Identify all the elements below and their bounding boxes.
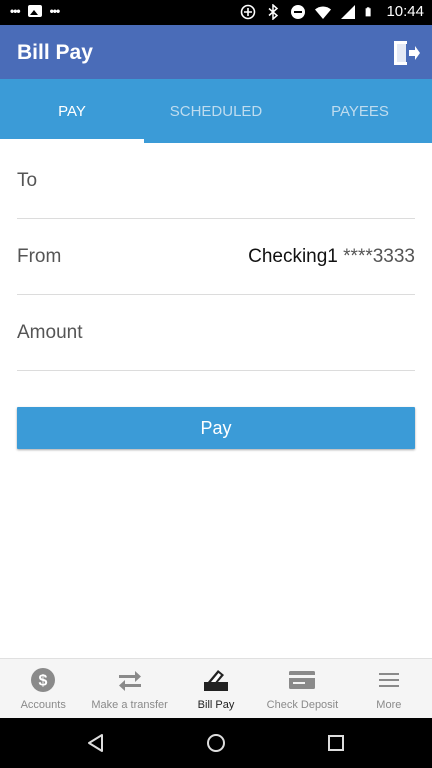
system-navigation-bar	[0, 718, 432, 768]
status-system-icons: 10:44	[240, 3, 424, 20]
cell-signal-icon	[341, 4, 356, 19]
more-dots-icon: •••	[49, 4, 61, 18]
transfer-icon	[118, 671, 141, 691]
tab-scheduled[interactable]: SCHEDULED	[144, 79, 288, 143]
tab-payees[interactable]: PAYEES	[288, 79, 432, 143]
bluetooth-icon	[268, 3, 279, 20]
check-deposit-icon	[289, 671, 316, 689]
nav-make-transfer[interactable]: Make a transfer	[86, 659, 172, 718]
from-label: From	[17, 245, 62, 267]
to-label: To	[17, 169, 38, 191]
do-not-disturb-icon	[291, 4, 306, 19]
page-title: Bill Pay	[17, 41, 93, 64]
more-dots-icon: •••	[10, 4, 21, 18]
from-field[interactable]: From Checking1 ****3333	[17, 219, 415, 295]
tab-bar: PAY SCHEDULED PAYEES	[0, 79, 432, 143]
amount-field[interactable]: Amount	[17, 295, 415, 371]
dollar-icon: $	[31, 668, 56, 692]
status-notifications: ••• •••	[10, 4, 61, 18]
menu-icon	[378, 673, 399, 687]
back-icon[interactable]	[85, 732, 107, 754]
battery-icon	[366, 6, 372, 16]
tab-pay[interactable]: PAY	[0, 79, 144, 143]
from-account-name: Checking1	[248, 245, 338, 267]
status-time: 10:44	[386, 3, 424, 20]
nav-accounts[interactable]: $ Accounts	[0, 659, 86, 718]
pay-button[interactable]: Pay	[17, 407, 415, 449]
nav-check-deposit-label: Check Deposit	[266, 699, 339, 711]
nav-more[interactable]: More	[346, 659, 432, 718]
recents-icon[interactable]	[325, 732, 347, 754]
svg-text:$: $	[39, 673, 48, 690]
app-bar: Bill Pay	[0, 25, 432, 79]
bottom-nav: $ Accounts Make a transfer Bill Pay Chec…	[0, 658, 432, 718]
wifi-icon	[315, 6, 332, 19]
logout-icon[interactable]	[392, 40, 420, 66]
to-field[interactable]: To	[17, 143, 415, 219]
nav-more-label: More	[376, 699, 402, 711]
image-icon	[27, 5, 42, 17]
amount-input[interactable]	[215, 321, 415, 344]
nav-accounts-label: Accounts	[20, 699, 66, 711]
nav-make-transfer-label: Make a transfer	[91, 699, 168, 711]
data-saver-icon	[241, 4, 256, 19]
home-icon[interactable]	[205, 732, 227, 754]
status-bar: ••• ••• 10:44	[0, 0, 432, 25]
bill-pay-icon	[204, 670, 229, 691]
from-account-mask: ****3333	[343, 245, 415, 267]
nav-bill-pay-label: Bill Pay	[197, 699, 235, 711]
bill-pay-form: To From Checking1 ****3333 Amount	[17, 143, 415, 371]
nav-check-deposit[interactable]: Check Deposit	[259, 659, 345, 718]
nav-bill-pay[interactable]: Bill Pay	[173, 659, 259, 718]
from-account: Checking1 ****3333	[248, 246, 415, 268]
amount-label: Amount	[17, 321, 83, 343]
